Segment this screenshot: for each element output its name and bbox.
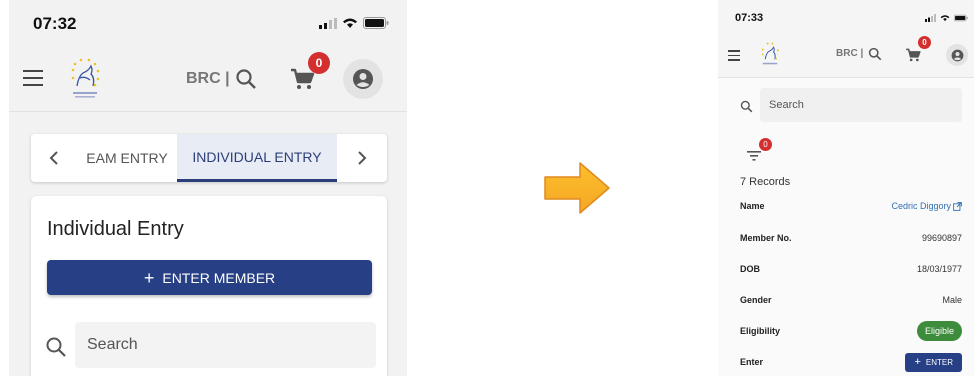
dob-value: 18/03/1977	[916, 264, 962, 274]
search-input[interactable]: Search	[760, 88, 962, 122]
plus-icon: +	[914, 355, 921, 368]
app-bar: BRC | 0	[718, 34, 974, 78]
search-icon	[740, 100, 753, 113]
search-icon	[46, 337, 66, 357]
record-row-eligibility: Eligibility Eligible	[740, 320, 962, 342]
filter-icon[interactable]	[747, 150, 761, 162]
row-label: Gender	[740, 295, 772, 305]
row-label: Eligibility	[740, 326, 781, 336]
filter-count-badge: 0	[759, 138, 772, 151]
battery-icon	[363, 17, 389, 29]
member-number: 99690897	[921, 233, 962, 243]
entry-tabs: EAM ENTRY INDIVIDUAL ENTRY	[31, 134, 387, 182]
member-name: Cedric Diggory	[891, 201, 951, 211]
cart-count-badge: 0	[308, 52, 330, 74]
search-icon[interactable]	[868, 47, 882, 61]
search-placeholder: Search	[87, 336, 138, 353]
wifi-icon	[343, 18, 357, 28]
plus-icon: +	[143, 267, 155, 288]
cart-count-badge: 0	[918, 36, 931, 49]
arrow-right-icon	[544, 162, 610, 214]
enter-label: ENTER	[925, 357, 953, 367]
status-icons	[319, 17, 389, 29]
status-time: 07:33	[735, 12, 764, 24]
records-panel: Search 0 7 Records Name Cedric Diggory M…	[718, 78, 974, 376]
enter-member-label: ENTER MEMBER	[162, 269, 276, 286]
menu-icon[interactable]	[23, 70, 43, 86]
record-row-member-no: Member No. 99690897	[740, 227, 962, 249]
app-bar: BRC | 0	[9, 50, 407, 112]
account-icon[interactable]	[343, 59, 383, 99]
row-label: Member No.	[740, 233, 792, 243]
wifi-icon	[940, 15, 950, 22]
individual-entry-card: Individual Entry + ENTER MEMBER Search	[31, 196, 387, 376]
chevron-left-icon[interactable]	[31, 134, 77, 182]
tab-team-entry[interactable]: EAM ENTRY	[77, 134, 177, 182]
gender-value: Male	[942, 295, 962, 305]
logo-icon[interactable]	[65, 56, 105, 102]
records-count: 7 Records	[740, 176, 791, 188]
eligibility-status-badge: Eligible	[916, 321, 962, 341]
account-icon[interactable]	[946, 44, 968, 66]
status-icons	[925, 14, 968, 22]
row-label: Enter	[740, 357, 764, 367]
row-label: DOB	[740, 264, 760, 274]
record-row-enter: Enter + ENTER	[740, 351, 962, 373]
cart-icon[interactable]	[905, 47, 921, 63]
enter-button[interactable]: + ENTER	[905, 352, 962, 372]
status-time: 07:32	[33, 14, 77, 33]
search-input[interactable]: Search	[75, 322, 376, 368]
brc-label[interactable]: BRC |	[836, 48, 863, 59]
battery-icon	[954, 14, 968, 22]
search-placeholder: Search	[769, 99, 804, 111]
member-name-link[interactable]: Cedric Diggory	[891, 201, 962, 211]
tab-individual-entry[interactable]: INDIVIDUAL ENTRY	[177, 134, 337, 182]
comparison-stage: 07:32 BRC | 0 EAM ENTRY INDIVIDUAL ENTRY…	[0, 0, 974, 376]
enter-member-button[interactable]: + ENTER MEMBER	[47, 260, 372, 295]
status-bar: 07:33	[718, 0, 974, 34]
row-label: Name	[740, 201, 765, 211]
right-phone-screen: 07:33 BRC | 0 Search 0 7 Records Name Ce…	[718, 0, 974, 376]
chevron-right-icon[interactable]	[337, 134, 387, 182]
record-row-dob: DOB 18/03/1977	[740, 258, 962, 280]
status-bar: 07:32	[9, 0, 407, 46]
external-link-icon	[953, 201, 962, 211]
record-row-gender: Gender Male	[740, 289, 962, 311]
card-title: Individual Entry	[47, 218, 184, 240]
menu-icon[interactable]	[728, 50, 740, 61]
signal-icon	[319, 17, 337, 29]
logo-icon[interactable]	[758, 40, 782, 70]
signal-icon	[925, 14, 936, 22]
search-icon[interactable]	[235, 68, 257, 90]
left-phone-screen: 07:32 BRC | 0 EAM ENTRY INDIVIDUAL ENTRY…	[9, 0, 407, 376]
record-row-name: Name Cedric Diggory	[740, 195, 962, 217]
brc-label[interactable]: BRC |	[186, 70, 230, 88]
